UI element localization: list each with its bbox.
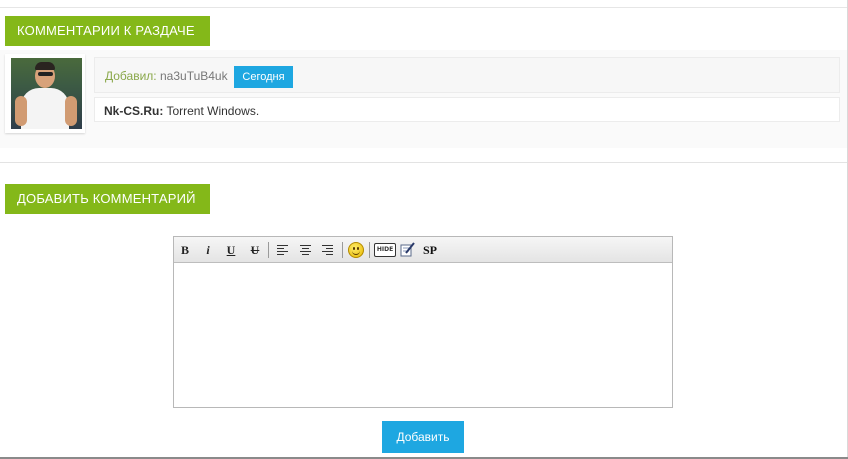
italic-icon[interactable]: i: [202, 241, 214, 259]
submit-comment-button[interactable]: Добавить: [382, 421, 464, 453]
comment-text: Nk-CS.Ru: Torrent Windows.: [104, 104, 259, 118]
align-center-icon[interactable]: [300, 245, 311, 255]
edit-note-icon[interactable]: [400, 242, 415, 257]
align-right-icon[interactable]: [322, 245, 333, 255]
toolbar-separator: [342, 242, 343, 258]
spoiler-icon[interactable]: SP: [423, 241, 437, 259]
comment-textarea[interactable]: [175, 263, 671, 406]
avatar[interactable]: [5, 54, 85, 133]
align-left-icon[interactable]: [277, 245, 288, 255]
top-divider: [0, 7, 848, 8]
date-badge: Сегодня: [234, 66, 293, 88]
add-comment-heading: ДОБАВИТЬ КОММЕНТАРИЙ: [5, 184, 210, 214]
underline-icon[interactable]: U: [224, 241, 238, 259]
comment-author-link[interactable]: na3uTuB4uk: [160, 69, 228, 83]
hide-icon[interactable]: HIDE: [374, 243, 396, 257]
strikethrough-icon[interactable]: U: [248, 241, 262, 259]
comment-site-prefix: Nk-CS.Ru:: [104, 104, 164, 118]
comment-message: Torrent Windows.: [163, 104, 260, 118]
smiley-icon[interactable]: [348, 242, 364, 258]
added-by-label: Добавил:: [105, 69, 157, 83]
bold-icon[interactable]: B: [178, 241, 192, 259]
section-divider: [0, 162, 847, 163]
comments-heading: КОММЕНТАРИИ К РАЗДАЧЕ: [5, 16, 210, 46]
toolbar-separator: [369, 242, 370, 258]
avatar-photo: [11, 58, 82, 129]
toolbar-separator: [268, 242, 269, 258]
